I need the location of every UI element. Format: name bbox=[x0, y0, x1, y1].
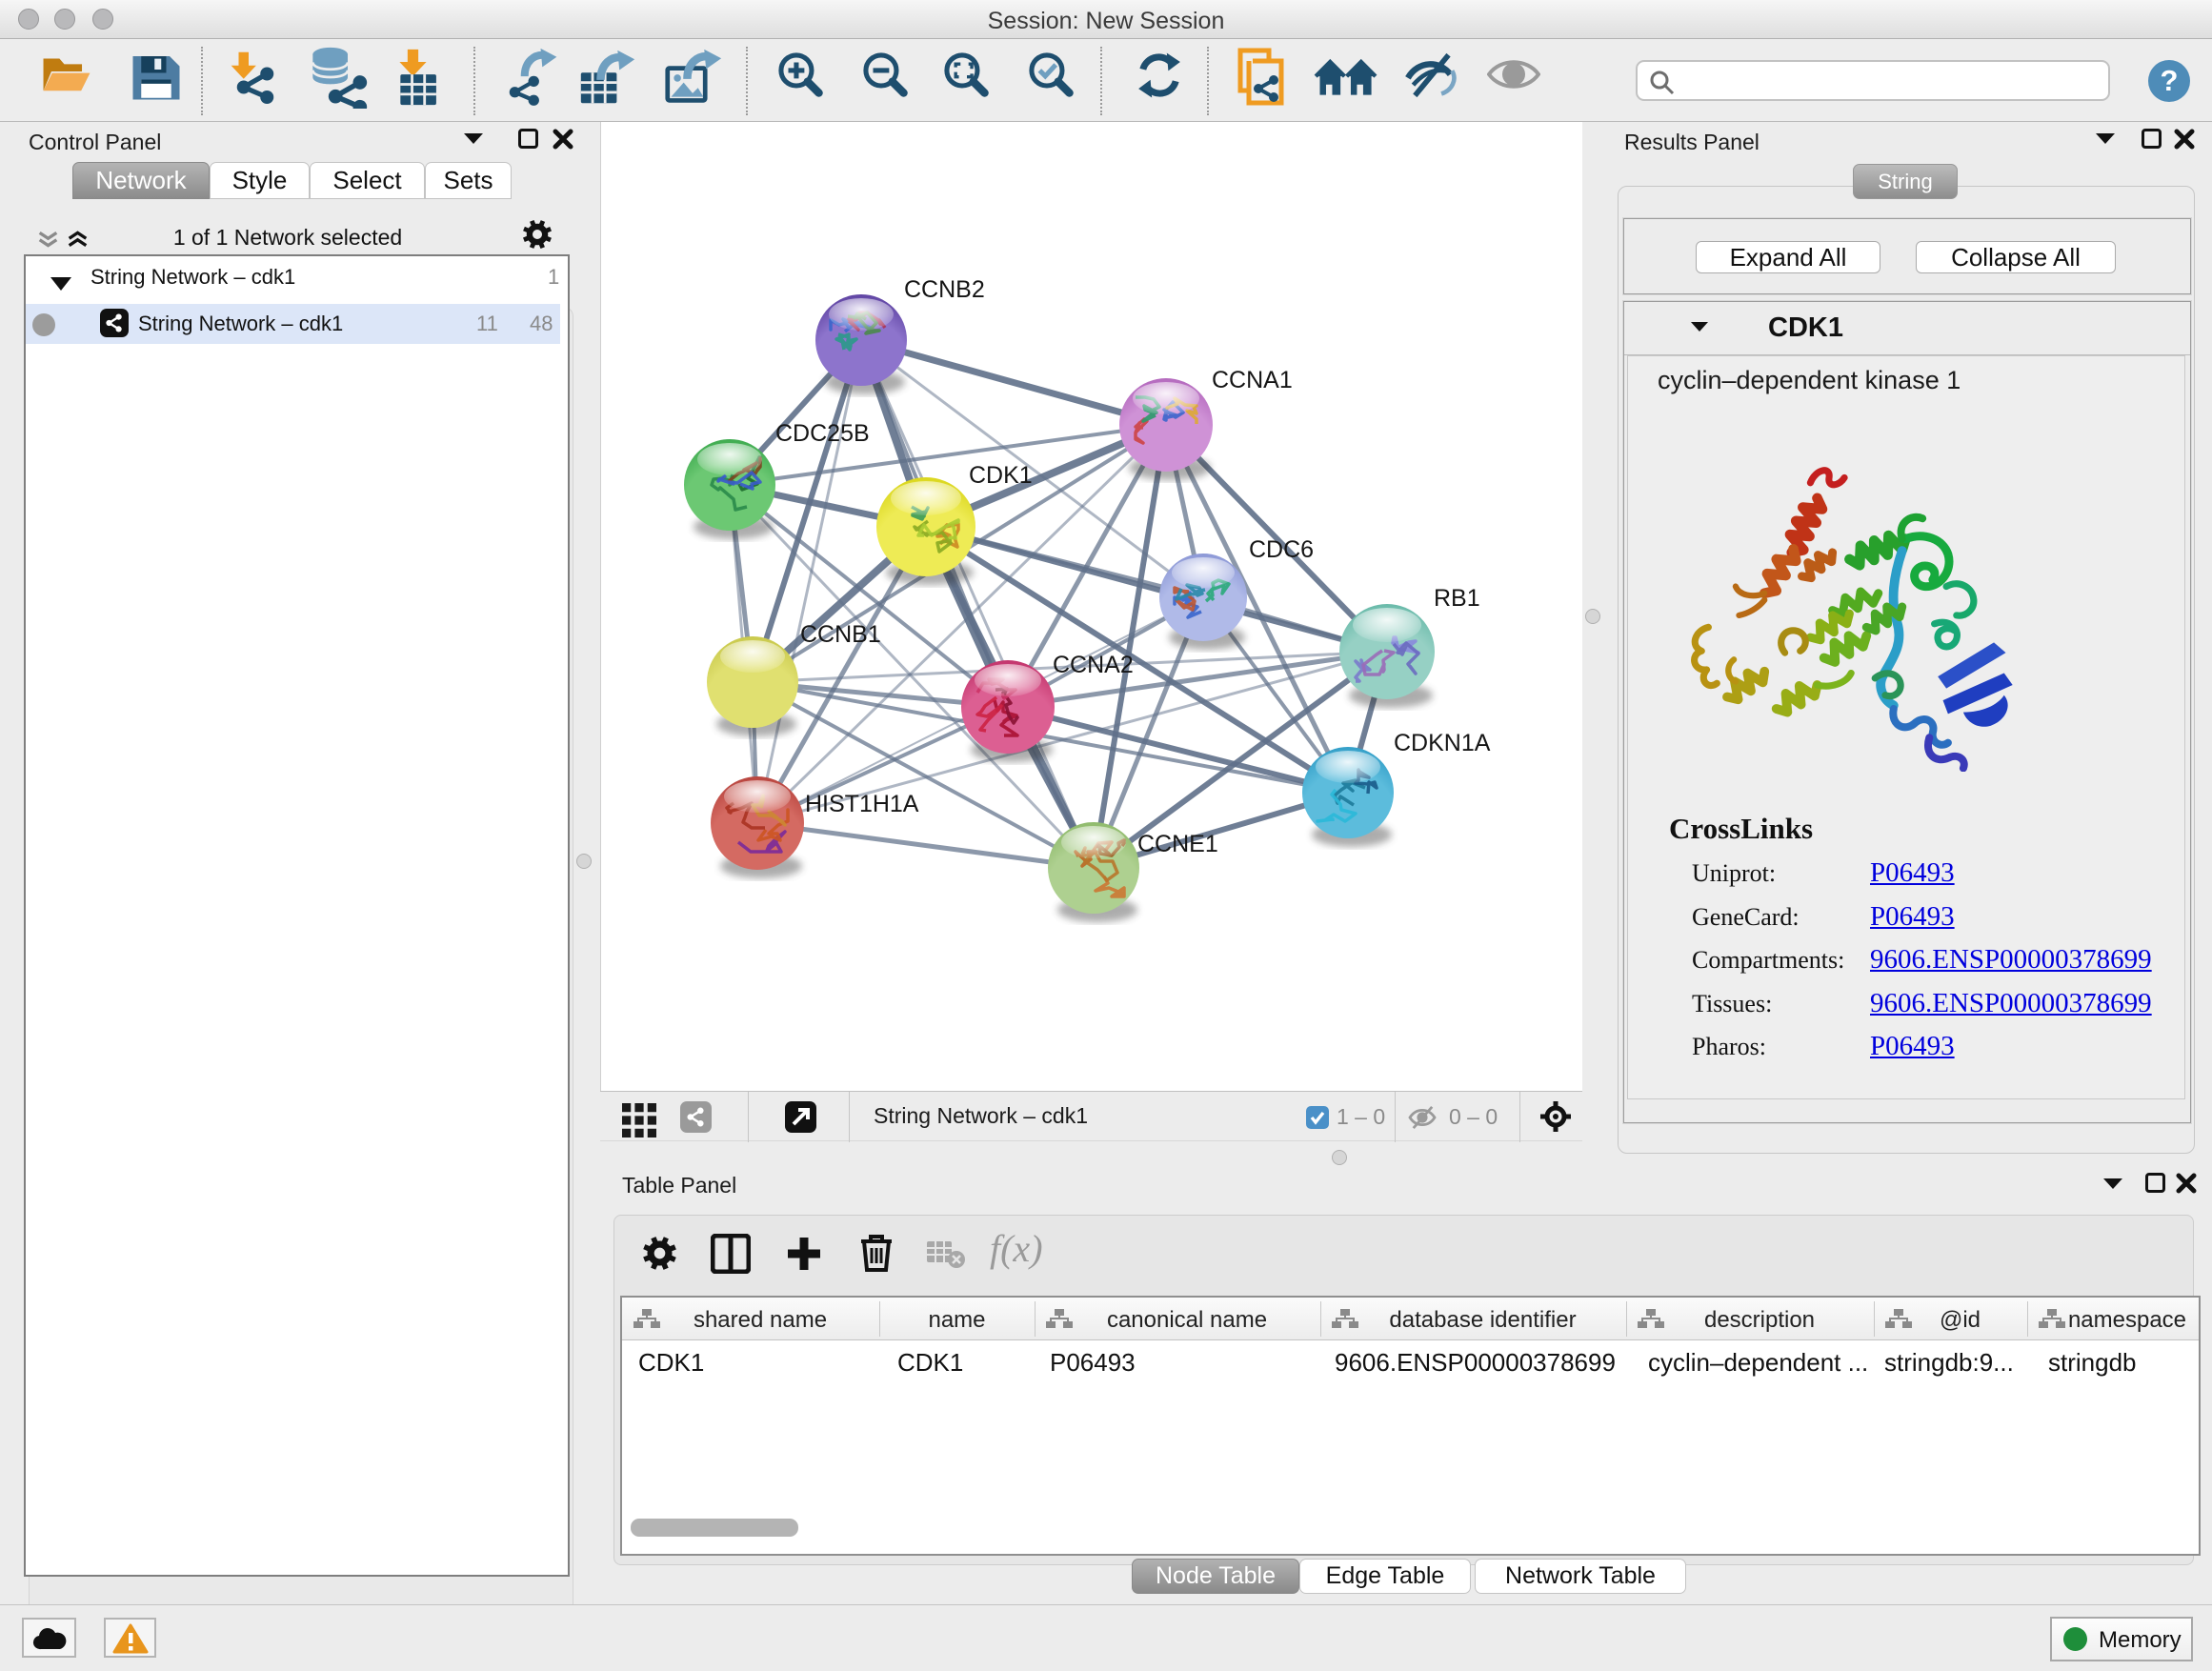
svg-text:CDKN1A: CDKN1A bbox=[1394, 730, 1491, 756]
svg-text:CCNA1: CCNA1 bbox=[1212, 367, 1293, 393]
svg-text:CDK1: CDK1 bbox=[969, 462, 1033, 489]
svg-text:RB1: RB1 bbox=[1434, 585, 1480, 612]
svg-text:CCNA2: CCNA2 bbox=[1053, 652, 1134, 678]
svg-text:HIST1H1A: HIST1H1A bbox=[805, 791, 919, 817]
svg-text:CDC6: CDC6 bbox=[1249, 536, 1314, 563]
svg-text:CCNB2: CCNB2 bbox=[904, 276, 985, 303]
svg-text:CDC25B: CDC25B bbox=[775, 420, 870, 447]
svg-text:CCNB1: CCNB1 bbox=[800, 621, 881, 648]
svg-text:CCNE1: CCNE1 bbox=[1137, 831, 1218, 857]
